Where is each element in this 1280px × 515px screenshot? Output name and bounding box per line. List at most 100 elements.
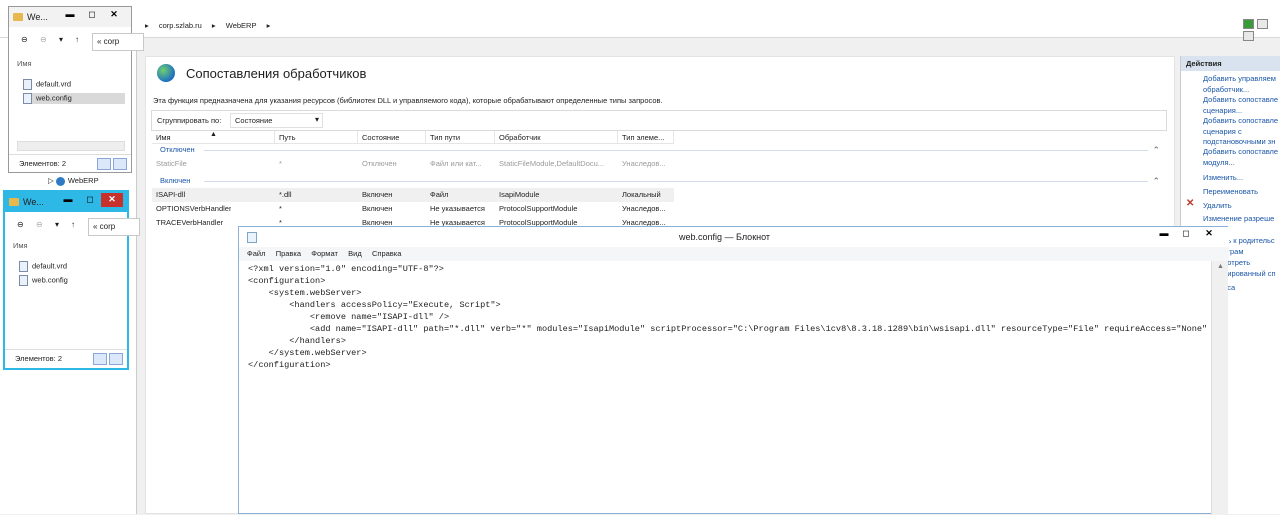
minimize-button[interactable]: ▬	[59, 8, 81, 22]
action-rename[interactable]: Переименовать	[1203, 187, 1280, 198]
file-item[interactable]: web.config	[23, 93, 125, 104]
close-button[interactable]: ✕	[103, 8, 125, 22]
action-edit[interactable]: Изменить...	[1203, 173, 1280, 184]
back-icon[interactable]: ⊖	[21, 35, 28, 44]
action-add-wildcard-script-map[interactable]: Добавить сопоставле сценария с подстанов…	[1203, 116, 1280, 148]
action-add-script-map[interactable]: Добавить сопоставле сценария...	[1203, 95, 1280, 116]
icons-view-icon[interactable]	[113, 158, 127, 170]
refresh-icon[interactable]	[1243, 19, 1254, 29]
title-bar[interactable]: We... ▬ ◻ ✕	[9, 7, 131, 27]
explorer-window-2: We... ▬ ◻ ✕ ⊖ ⊖ ▾ ↑ « corp Имя default.v…	[3, 190, 140, 370]
group-divider	[204, 150, 1148, 151]
group-header-disabled[interactable]: Отключен	[160, 145, 195, 154]
tree-node-weberp[interactable]: ▷ WebERP	[48, 176, 99, 186]
minimize-button[interactable]: ▬	[57, 193, 79, 207]
chevron-down-icon[interactable]: ▾	[55, 220, 59, 229]
help-icon[interactable]	[1243, 31, 1254, 41]
cell-entry-type: Локальный	[622, 190, 661, 199]
file-item[interactable]: web.config	[19, 275, 68, 286]
maximize-button[interactable]: ◻	[79, 193, 101, 207]
nav-bar: ⊖ ⊖ ▾ ↑ « corp	[13, 218, 140, 236]
column-header-name[interactable]: Имя ▲	[152, 131, 275, 144]
stop-icon[interactable]	[1257, 19, 1268, 29]
up-arrow-icon[interactable]: ↑	[75, 35, 79, 44]
breadcrumb-item[interactable]: corp.szlab.ru	[159, 21, 202, 30]
sort-ascending-icon: ▲	[210, 131, 217, 138]
chevron-down-icon[interactable]: ▾	[59, 35, 63, 44]
group-header-enabled[interactable]: Включен	[160, 176, 190, 185]
column-header-path-type[interactable]: Тип пути	[426, 131, 495, 144]
column-header-label: Обработчик	[499, 133, 541, 142]
action-view[interactable]: ...отреть	[1221, 258, 1280, 269]
column-header-name[interactable]: Имя	[17, 59, 32, 68]
up-arrow-icon[interactable]: ↑	[71, 220, 75, 229]
forward-icon[interactable]: ⊖	[36, 220, 43, 229]
actions-header: Действия	[1181, 56, 1280, 71]
action-add-managed-handler[interactable]: Добавить управляем обработчик...	[1203, 74, 1280, 95]
menu-view[interactable]: Вид	[348, 249, 362, 258]
title-bar[interactable]: We... ▬ ◻ ✕	[5, 192, 127, 212]
column-header-handler[interactable]: Обработчик	[495, 131, 618, 144]
text-editor[interactable]: <?xml version="1.0" encoding="UTF-8"?> <…	[248, 263, 1210, 515]
forward-icon[interactable]: ⊖	[40, 35, 47, 44]
table-row[interactable]: StaticFile * Отключен Файл или кат... St…	[152, 157, 674, 171]
menu-format[interactable]: Формат	[311, 249, 338, 258]
expand-arrow-icon[interactable]: ▷	[48, 176, 56, 185]
maximize-button[interactable]: ◻	[81, 8, 103, 22]
tree-node-label: WebERP	[67, 176, 99, 185]
horizontal-scrollbar[interactable]	[17, 141, 125, 151]
window-title: We...	[23, 197, 44, 207]
handler-grid: Имя ▲ Путь Состояние Тип пути Обработчик …	[152, 131, 1168, 227]
action-help[interactable]: ...са	[1221, 283, 1280, 294]
view-buttons[interactable]	[95, 158, 127, 172]
title-bar[interactable]: web.config — Блокнот ▬ ◻ ✕	[239, 227, 1229, 247]
group-by-select[interactable]: Состояние	[230, 113, 323, 128]
view-buttons[interactable]	[91, 353, 123, 367]
globe-icon	[55, 176, 65, 186]
close-button[interactable]: ✕	[1198, 227, 1220, 241]
table-row[interactable]: OPTIONSVerbHandler * Включен Не указывае…	[152, 202, 674, 216]
collapse-icon[interactable]: ⌃	[1152, 176, 1160, 187]
file-item[interactable]: default.vrd	[19, 261, 67, 272]
maximize-button[interactable]: ◻	[1175, 227, 1197, 241]
column-header-state[interactable]: Состояние	[358, 131, 426, 144]
column-header-name[interactable]: Имя	[13, 241, 28, 250]
iis-toolbar-buttons[interactable]	[1243, 19, 1280, 43]
table-row[interactable]: ISAPI-dll *.dll Включен Файл IsapiModule…	[152, 188, 674, 202]
action-view-ordered[interactable]: ...ированный сп	[1221, 269, 1280, 280]
close-button[interactable]: ✕	[101, 193, 123, 207]
address-bar[interactable]: « corp	[92, 33, 144, 51]
file-label: default.vrd	[32, 261, 68, 271]
breadcrumb[interactable]: ▸ corp.szlab.ru ▸ WebERP ▸	[145, 21, 278, 33]
group-divider	[204, 181, 1148, 182]
address-bar[interactable]: « corp	[88, 218, 140, 236]
vertical-scrollbar[interactable]: ▲	[1211, 261, 1228, 515]
chevron-right-icon: ▸	[266, 21, 271, 30]
details-view-icon[interactable]	[93, 353, 107, 365]
action-add-module-mapping[interactable]: Добавить сопоставле модуля...	[1203, 147, 1280, 168]
column-header-entry-type[interactable]: Тип элеме...	[618, 131, 674, 144]
column-header-path[interactable]: Путь	[275, 131, 358, 144]
cell-name: ISAPI-dll	[156, 190, 186, 199]
collapse-icon[interactable]: ⌃	[1152, 145, 1160, 156]
menu-help[interactable]: Справка	[372, 249, 401, 258]
minimize-button[interactable]: ▬	[1153, 227, 1175, 241]
action-revert-to-parent[interactable]: ...ь к родительс	[1221, 236, 1280, 247]
cell-handler: IsapiModule	[499, 190, 540, 199]
file-item[interactable]: default.vrd	[23, 79, 71, 90]
page-description: Эта функция предназначена для указания р…	[153, 96, 663, 105]
menu-edit[interactable]: Правка	[276, 249, 301, 258]
file-label: web.config	[32, 275, 68, 285]
icons-view-icon[interactable]	[109, 353, 123, 365]
back-icon[interactable]: ⊖	[17, 220, 24, 229]
scroll-up-icon[interactable]: ▲	[1217, 263, 1224, 270]
cell-state: Включен	[362, 204, 393, 213]
details-view-icon[interactable]	[97, 158, 111, 170]
group-by-label: Сгруппировать по:	[157, 116, 222, 125]
action-delete[interactable]: Удалить	[1203, 201, 1280, 212]
menu-file[interactable]: Файл	[247, 249, 265, 258]
action-ordered[interactable]: ...грам	[1221, 247, 1280, 258]
breadcrumb-item[interactable]: WebERP	[226, 21, 257, 30]
config-file-icon	[23, 93, 32, 104]
file-icon	[19, 261, 28, 272]
